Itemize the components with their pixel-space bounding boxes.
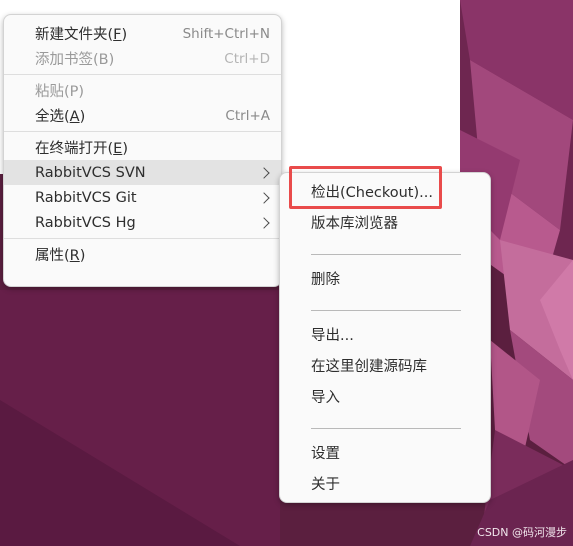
menu-item-label: 版本库浏览器: [311, 216, 398, 232]
submenu-item-delete[interactable]: 删除: [280, 263, 490, 294]
menu-item-label: 关于: [311, 477, 340, 493]
chevron-right-icon: [258, 166, 270, 179]
menu-item-label: RabbitVCS SVN: [35, 164, 146, 181]
menu-item-label: 检出(Checkout)...: [311, 185, 433, 201]
menu-item-label: 导入: [311, 390, 340, 406]
menu-separator: [4, 74, 281, 75]
menu-item-label: 全选(A): [35, 109, 86, 125]
menu-item-new-folder[interactable]: 新建文件夹(F) Shift+Ctrl+N: [4, 21, 281, 46]
menu-item-label: 删除: [311, 272, 340, 288]
menu-item-label: 在这里创建源码库: [311, 359, 427, 375]
submenu-item-settings[interactable]: 设置: [280, 437, 490, 468]
menu-item-select-all[interactable]: 全选(A) Ctrl+A: [4, 103, 281, 128]
menu-item-add-bookmark[interactable]: 添加书签(B) Ctrl+D: [4, 46, 281, 71]
submenu-item-repo-browser[interactable]: 版本库浏览器: [280, 207, 490, 238]
submenu-item-create-repo[interactable]: 在这里创建源码库: [280, 350, 490, 381]
shortcut-label: Ctrl+A: [225, 107, 270, 124]
menu-item-label: 属性(R): [35, 248, 86, 264]
menu-item-open-in-terminal[interactable]: 在终端打开(E): [4, 135, 281, 160]
menu-item-label: 在终端打开(E): [35, 141, 129, 157]
submenu-item-checkout[interactable]: 检出(Checkout)...: [280, 176, 490, 207]
menu-separator: [4, 131, 281, 132]
context-menu: 新建文件夹(F) Shift+Ctrl+N 添加书签(B) Ctrl+D 粘贴(…: [3, 14, 282, 287]
menu-item-label: 新建文件夹(F): [35, 27, 128, 43]
watermark: CSDN @码河漫步: [477, 526, 567, 539]
menu-item-label: 粘贴(P): [35, 84, 85, 100]
submenu-item-import[interactable]: 导入: [280, 381, 490, 412]
submenu-separator: [280, 294, 490, 319]
submenu-item-about[interactable]: 关于: [280, 468, 490, 499]
menu-item-label: RabbitVCS Git: [35, 189, 137, 206]
menu-separator: [4, 238, 281, 239]
chevron-right-icon: [258, 191, 270, 204]
menu-item-rabbitvcs-svn[interactable]: RabbitVCS SVN: [4, 160, 281, 185]
submenu-separator: [280, 412, 490, 437]
menu-item-rabbitvcs-git[interactable]: RabbitVCS Git: [4, 185, 281, 210]
chevron-right-icon: [258, 216, 270, 229]
menu-item-properties[interactable]: 属性(R): [4, 242, 281, 267]
shortcut-label: Shift+Ctrl+N: [182, 25, 270, 42]
submenu-separator: [280, 238, 490, 263]
menu-item-paste[interactable]: 粘贴(P): [4, 78, 281, 103]
submenu-item-export[interactable]: 导出...: [280, 319, 490, 350]
menu-item-label: RabbitVCS Hg: [35, 214, 136, 231]
svn-submenu: 检出(Checkout)... 版本库浏览器 删除 导出... 在这里创建源码库…: [279, 172, 491, 503]
menu-item-rabbitvcs-hg[interactable]: RabbitVCS Hg: [4, 210, 281, 235]
menu-item-label: 导出...: [311, 328, 354, 344]
menu-item-label: 添加书签(B): [35, 52, 115, 68]
menu-item-label: 设置: [311, 446, 340, 462]
shortcut-label: Ctrl+D: [224, 50, 270, 67]
